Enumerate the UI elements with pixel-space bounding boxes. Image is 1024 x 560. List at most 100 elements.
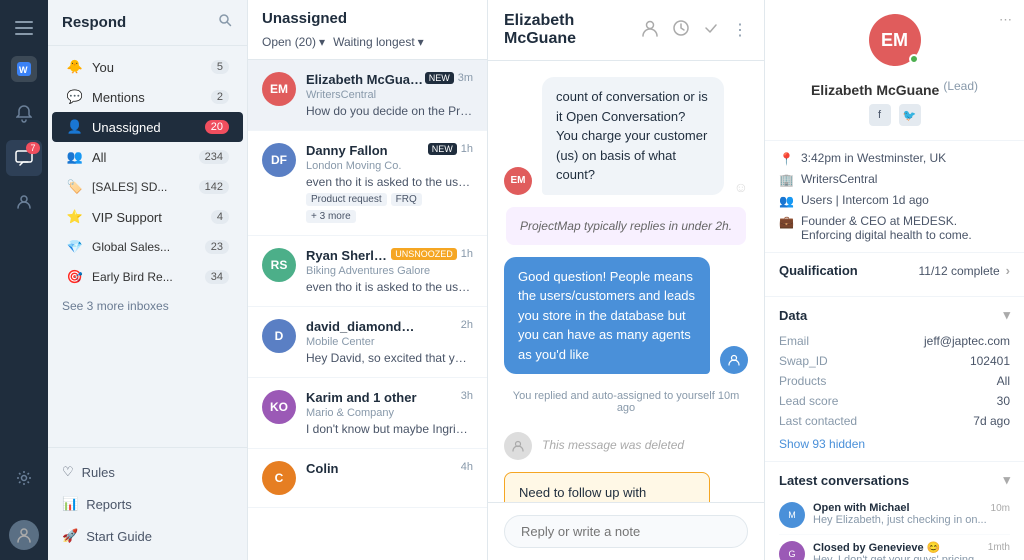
conv-tags-danny: Product request FRQ + 3 more (306, 193, 473, 223)
sidebar-bottom: ♡ Rules 📊 Reports 🚀 Start Guide (48, 447, 247, 560)
rp-data-products: Products All (779, 371, 1010, 391)
rp-data-swapid: Swap_ID 102401 (779, 351, 1010, 371)
sidebar-item-earlybird[interactable]: 🎯 Early Bird Re... 34 (52, 262, 243, 292)
chevron-down-icon: ▾ (418, 35, 424, 49)
conv-preview-elizabeth: How do you decide on the Pricing, I mean… (306, 104, 473, 118)
nav-conversations-icon[interactable]: 7 (6, 140, 42, 176)
clock-icon[interactable] (672, 19, 690, 42)
rp-data-leadscore: Lead score 30 (779, 391, 1010, 411)
conv-name-david: david_diamond@company... (306, 319, 426, 334)
sidebar-item-you[interactable]: 🐥 You 5 (52, 52, 243, 82)
rp-qual-progress: 11/12 complete (918, 264, 999, 278)
sidebar-item-all[interactable]: 👥 All 234 (52, 142, 243, 172)
sidebar-bottom-startguide[interactable]: 🚀 Start Guide (62, 522, 233, 550)
conv-name-ryan: Ryan Sherlock (306, 248, 391, 263)
new-badge: NEW (425, 72, 454, 84)
more-options-icon[interactable]: ⋮ (732, 20, 748, 40)
rp-conv-preview-michael: Hey Elizabeth, just checking in on... (813, 514, 1010, 526)
conv-preview-karim: I don't know but maybe Ingrid can help (306, 422, 473, 436)
conv-item-ryan[interactable]: RS Ryan Sherlock UNSNOOZED 1h Biking Adv… (248, 236, 487, 307)
conv-filter-sort[interactable]: Waiting longest ▾ (333, 35, 424, 49)
rp-show-hidden[interactable]: Show 93 hidden (779, 437, 1010, 451)
msg-bubble-3: Good question! People means the users/cu… (504, 257, 710, 375)
chat-input[interactable] (504, 515, 748, 548)
chevron-down-icon: ▾ (319, 35, 325, 49)
conv-item-elizabeth[interactable]: EM Elizabeth McGuane NEW 3m WritersCentr… (248, 60, 487, 131)
sidebar-all-count: 234 (199, 150, 229, 164)
rp-swapid-value: 102401 (970, 354, 1010, 368)
conv-meta-ryan: UNSNOOZED 1h (391, 248, 473, 260)
users-icon: 👥 (779, 194, 793, 208)
sidebar-item-sales[interactable]: 🏷️ [SALES] SD... 142 (52, 172, 243, 202)
conv-item-karim[interactable]: KO Karim and 1 other 3h Mario & Company … (248, 378, 487, 449)
rp-data-label: Data (779, 308, 807, 323)
conv-name-elizabeth: Elizabeth McGuane (306, 72, 425, 87)
msg-system-text: You replied and auto-assigned to yoursel… (504, 390, 748, 414)
sidebar-sales-icon: 🏷️ (66, 179, 84, 195)
conv-top: david_diamond@company... 2h (306, 319, 473, 334)
rp-products-value: All (997, 374, 1010, 388)
sidebar-search-icon[interactable] (217, 12, 233, 33)
chat-header: Elizabeth McGuane ⋮ (488, 0, 764, 61)
nav-settings-icon[interactable] (6, 460, 42, 496)
rp-company: WritersCentral (801, 172, 877, 186)
sidebar-item-unassigned[interactable]: 👤 Unassigned 20 (52, 112, 243, 142)
startguide-icon: 🚀 (62, 528, 78, 544)
rp-conv-content-michael: Open with Michael 10m Hey Elizabeth, jus… (813, 502, 1010, 526)
rp-conv-title-michael: Open with Michael (813, 502, 910, 514)
sidebar-vip-icon: ⭐ (66, 209, 84, 225)
rp-conv-item-michael[interactable]: M Open with Michael 10m Hey Elizabeth, j… (779, 496, 1010, 535)
sidebar-item-mentions[interactable]: 💬 Mentions 2 (52, 82, 243, 112)
check-icon[interactable] (702, 19, 720, 42)
conv-item-david[interactable]: D david_diamond@company... 2h Mobile Cen… (248, 307, 487, 378)
message-row-deleted: This message was deleted (504, 430, 748, 460)
svg-text:W: W (19, 65, 28, 75)
rp-conv-item-genevieve[interactable]: G Closed by Genevieve 😊 1mth Hey, I don'… (779, 535, 1010, 560)
conv-item-danny[interactable]: DF Danny Fallon NEW 1h London Moving Co.… (248, 131, 487, 236)
conv-filter-open[interactable]: Open (20) ▾ (262, 35, 325, 49)
sidebar-item-vip[interactable]: ⭐ VIP Support 4 (52, 202, 243, 232)
sidebar-item-global[interactable]: 💎 Global Sales... 23 (52, 232, 243, 262)
rp-products-label: Products (779, 374, 826, 388)
msg-avatar-deleted (504, 432, 532, 460)
nav-contacts-icon[interactable] (6, 184, 42, 220)
msg-reaction-icon: ☺ (734, 179, 748, 195)
tag-product-request: Product request (306, 193, 387, 206)
sidebar-bottom-rules[interactable]: ♡ Rules (62, 458, 233, 486)
conv-top: Karim and 1 other 3h (306, 390, 473, 405)
nav-notifications-icon[interactable] (6, 96, 42, 132)
user-avatar[interactable] (9, 520, 39, 550)
chat-main: Elizabeth McGuane ⋮ EM count of conversa… (488, 0, 764, 560)
nav-menu-icon[interactable] (6, 10, 42, 46)
chevron-down-icon[interactable]: ▾ (1003, 307, 1010, 323)
chevron-right-icon[interactable]: › (1006, 263, 1010, 278)
conv-preview-david: Hey David, so excited that you are consi… (306, 351, 473, 365)
sidebar-item-unassigned-label: Unassigned (92, 120, 197, 135)
unsnoozed-badge: UNSNOOZED (391, 248, 457, 260)
rp-data-header: Data ▾ (779, 307, 1010, 323)
sidebar-item-sales-label: [SALES] SD... (92, 180, 191, 194)
reports-label: Reports (86, 497, 132, 512)
rp-lead-badge: (Lead) (943, 79, 978, 93)
sidebar-sales-count: 142 (199, 180, 229, 194)
facebook-icon[interactable]: f (869, 104, 891, 126)
rp-info-users: 👥 Users | Intercom 1d ago (779, 193, 1010, 208)
system-reply-row: ProjectMap typically replies in under 2h… (504, 207, 748, 245)
twitter-icon[interactable]: 🐦 (899, 104, 921, 126)
tag-frq: FRQ (391, 193, 422, 206)
chevron-down-icon-2[interactable]: ▾ (1003, 472, 1010, 488)
sidebar-items: 🐥 You 5 💬 Mentions 2 👤 Unassigned 20 👥 A… (48, 46, 247, 447)
conv-sub-karim: Mario & Company (306, 407, 473, 419)
sidebar: Respond 🐥 You 5 💬 Mentions 2 👤 Unassigne… (48, 0, 248, 560)
location-icon: 📍 (779, 152, 793, 166)
conv-item-colin[interactable]: C Colin 4h (248, 449, 487, 508)
rp-more-icon[interactable]: ⋯ (999, 12, 1012, 28)
rp-conv-avatar-michael: M (779, 502, 805, 528)
chat-avatar-icon[interactable] (640, 18, 660, 43)
rp-bio: Founder & CEO at MEDESK. Enforcing digit… (801, 214, 1010, 242)
sidebar-see-more[interactable]: See 3 more inboxes (48, 292, 247, 320)
sidebar-bottom-reports[interactable]: 📊 Reports (62, 490, 233, 518)
conv-avatar-elizabeth: EM (262, 72, 296, 106)
conv-avatar-colin: C (262, 461, 296, 495)
conv-list-header: Unassigned Open (20) ▾ Waiting longest ▾ (248, 0, 487, 60)
